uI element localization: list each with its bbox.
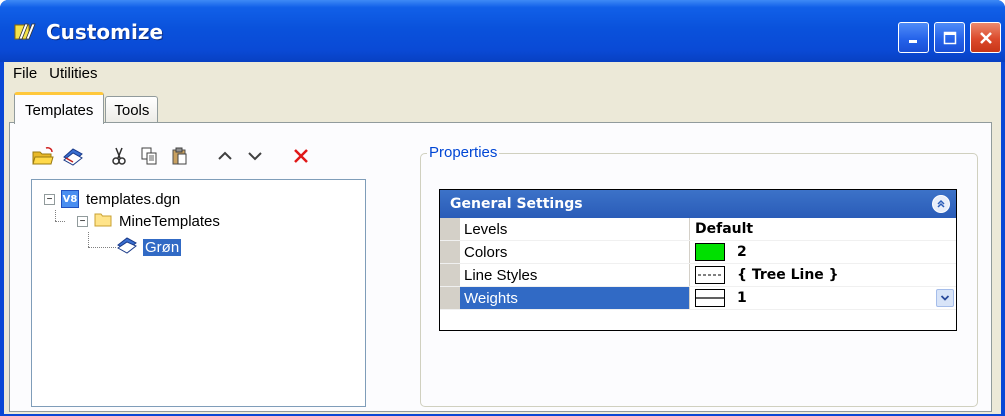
levels-value: Default — [695, 221, 754, 237]
close-icon — [979, 31, 992, 44]
property-name: Weights — [460, 287, 690, 309]
tree-label-selected: Grøn — [143, 238, 182, 256]
line-styles-value: { Tree Line } — [737, 267, 839, 283]
section-title: General Settings — [450, 196, 583, 212]
paste-icon[interactable] — [166, 143, 192, 169]
tree-connector — [88, 247, 116, 248]
row-gutter — [440, 218, 460, 240]
close-button[interactable] — [970, 22, 1001, 53]
tree-item-minetemplates[interactable]: − MineTemplates — [77, 210, 222, 232]
property-row-line-styles[interactable]: Line Styles { Tree Line } — [440, 264, 956, 287]
tree-label: MineTemplates — [119, 212, 220, 230]
title-bar[interactable]: Customize — [0, 0, 1005, 62]
tab-templates[interactable]: Templates — [14, 92, 105, 124]
collapse-toggle-icon[interactable]: − — [77, 215, 88, 227]
property-name: Levels — [460, 218, 690, 240]
template-icon — [116, 236, 138, 258]
menu-utilities[interactable]: Utilities — [43, 62, 103, 85]
row-gutter — [440, 264, 460, 286]
template-icon[interactable] — [60, 143, 86, 169]
property-name: Line Styles — [460, 264, 690, 286]
tab-tools[interactable]: Tools — [105, 96, 159, 123]
property-rows: Levels Default Colors 2 Line Styles {Tr… — [440, 218, 956, 310]
v8-file-icon: V8 — [61, 190, 79, 208]
tree-connector — [88, 232, 89, 247]
maximize-button[interactable] — [934, 22, 965, 53]
tree-label: templates.dgn — [86, 190, 181, 208]
property-row-colors[interactable]: Colors 2 — [440, 241, 956, 264]
folder-icon — [94, 212, 112, 231]
row-gutter — [440, 287, 460, 309]
weights-value: 1 — [737, 290, 747, 306]
property-value[interactable]: 2 — [690, 241, 956, 263]
colors-value: 2 — [737, 244, 747, 260]
tab-strip: Templates Tools — [14, 91, 159, 124]
move-up-icon[interactable] — [212, 143, 238, 169]
templates-panel: − V8 templates.dgn − MineTemplates Grøn … — [9, 122, 992, 412]
chevron-down-icon — [940, 295, 950, 301]
property-row-weights[interactable]: Weights 1 — [440, 287, 956, 310]
delete-icon[interactable] — [288, 143, 314, 169]
line-weight-icon — [695, 289, 725, 307]
minimize-button[interactable] — [898, 22, 929, 53]
window-title: Customize — [46, 20, 164, 44]
property-value[interactable]: { Tree Line } — [690, 264, 956, 286]
tree-item-templates-dgn[interactable]: − V8 templates.dgn — [44, 188, 182, 210]
tree-connector — [55, 221, 65, 222]
collapse-section-icon[interactable] — [932, 195, 950, 213]
tree-connector — [55, 210, 56, 221]
color-swatch — [695, 243, 725, 261]
menu-bar: File Utilities — [4, 62, 1001, 85]
properties-legend: Properties — [427, 144, 500, 161]
open-folder-icon[interactable] — [30, 143, 56, 169]
copy-icon[interactable] — [136, 143, 162, 169]
window-client-area: File Utilities Templates Tools − V8 temp… — [4, 62, 1001, 414]
properties-groupbox: Properties General Settings Levels Defau… — [420, 144, 978, 407]
app-icon — [14, 21, 38, 43]
collapse-toggle-icon[interactable]: − — [44, 193, 55, 205]
property-value[interactable]: 1 — [690, 287, 956, 309]
cut-icon[interactable] — [106, 143, 132, 169]
general-settings-header[interactable]: General Settings — [440, 190, 956, 218]
template-tree[interactable]: − V8 templates.dgn − MineTemplates Grøn — [31, 179, 366, 407]
move-down-icon[interactable] — [242, 143, 268, 169]
property-row-levels[interactable]: Levels Default — [440, 218, 956, 241]
menu-file[interactable]: File — [4, 62, 43, 85]
weights-dropdown-button[interactable] — [936, 289, 954, 307]
templates-toolbar — [30, 143, 318, 169]
property-grid: General Settings Levels Default Colors 2… — [439, 189, 957, 331]
customize-window: Customize File Utilities Templates Tools — [0, 0, 1005, 416]
property-name: Colors — [460, 241, 690, 263]
row-gutter — [440, 241, 460, 263]
line-style-icon — [695, 266, 725, 284]
property-value[interactable]: Default — [690, 218, 956, 240]
tree-item-gron[interactable]: Grøn — [116, 236, 182, 258]
